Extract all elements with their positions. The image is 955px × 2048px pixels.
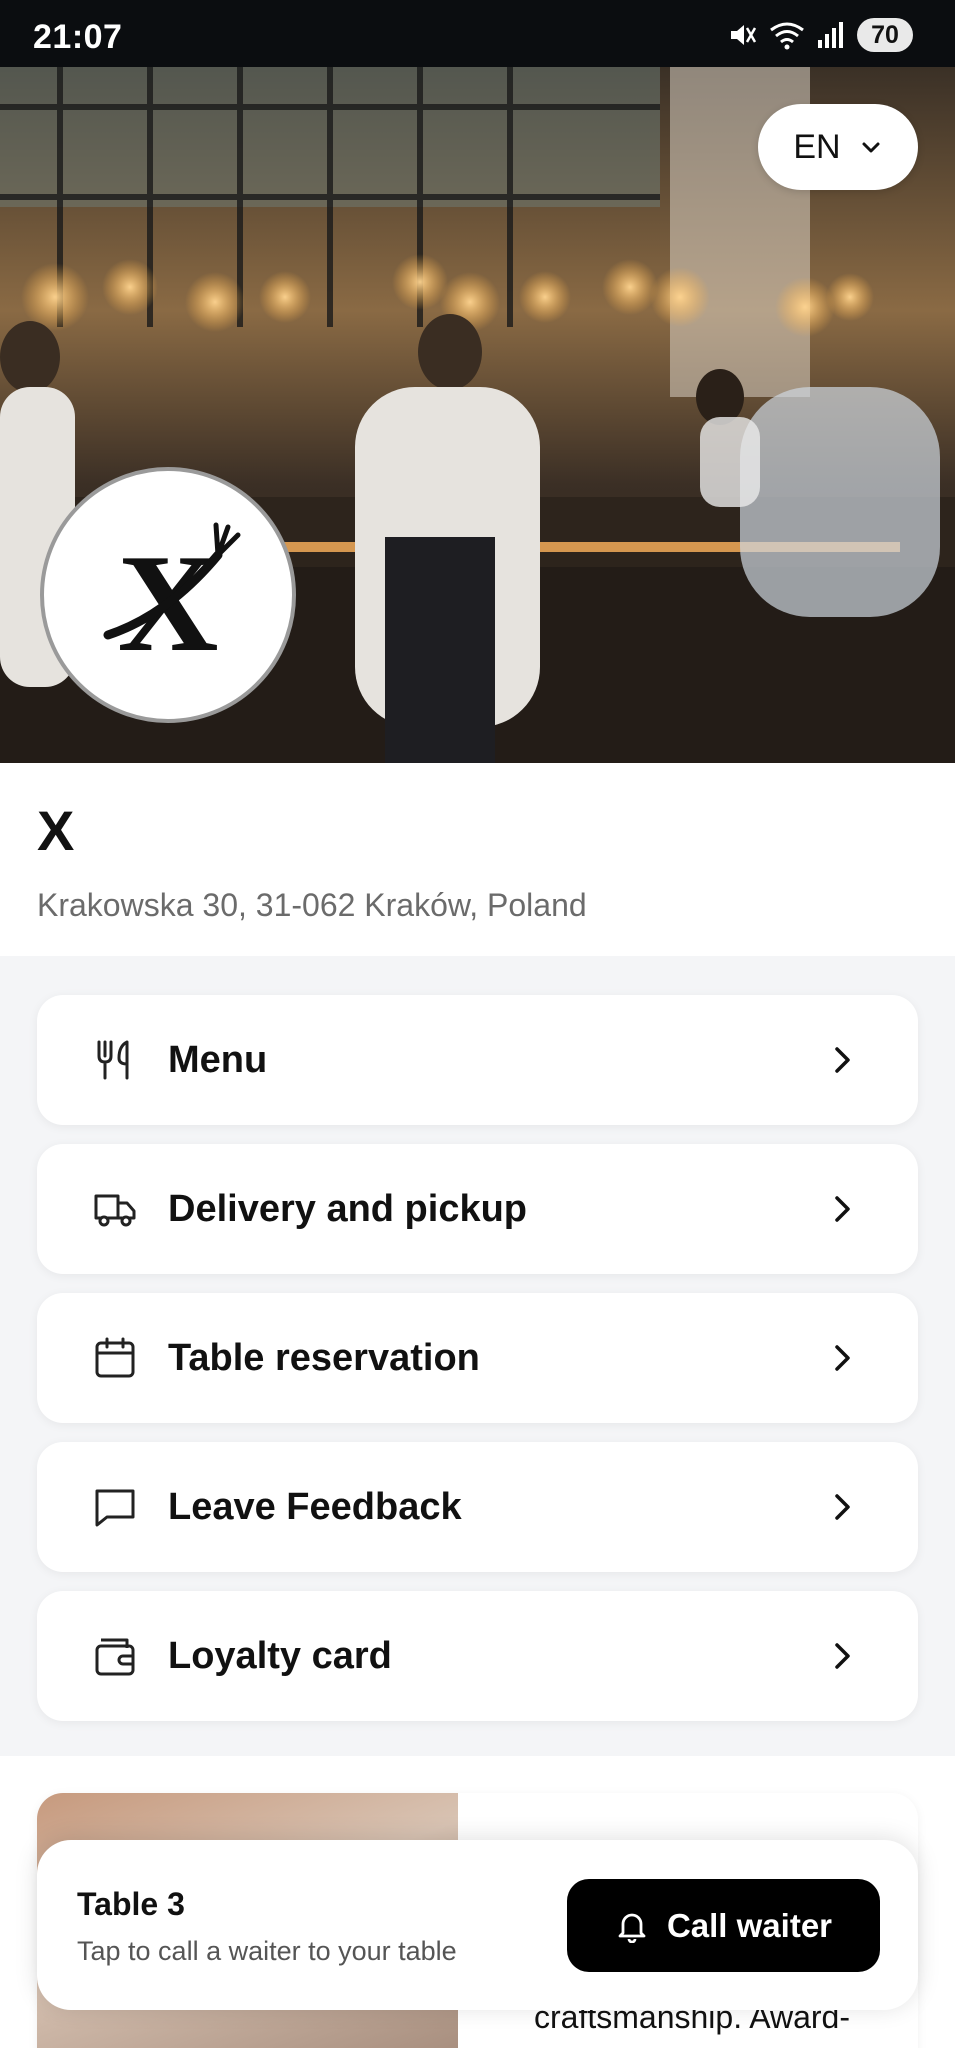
language-selector[interactable]: EN	[758, 104, 918, 190]
battery-level: 70	[857, 18, 913, 52]
call-waiter-label: Call waiter	[666, 1906, 833, 1944]
status-time: 21:07	[33, 18, 123, 56]
menu-item-reservation[interactable]: Table reservation	[37, 1293, 918, 1423]
logo-x-fork-icon: X	[103, 522, 241, 681]
status-bar: 21:07 70	[0, 0, 955, 67]
venue-info: X Krakowska 30, 31-062 Kraków, Poland	[0, 763, 955, 956]
wifi-icon	[770, 22, 804, 50]
menu-item-feedback[interactable]: Leave Feedback	[37, 1442, 918, 1572]
message-icon	[95, 1489, 135, 1527]
status-icons: 70	[727, 18, 913, 52]
venue-name: X	[37, 799, 75, 862]
menu-item-label: Table reservation	[168, 1336, 480, 1379]
menu-item-label: Loyalty card	[168, 1634, 392, 1677]
venue-logo: X	[40, 467, 296, 723]
bell-icon	[618, 1913, 646, 1943]
mute-icon	[731, 25, 757, 45]
table-label: Table 3	[77, 1886, 185, 1922]
chevron-right-icon	[835, 1196, 850, 1222]
menu-item-menu[interactable]: Menu	[37, 995, 918, 1125]
call-waiter-sheet: Table 3 Tap to call a waiter to your tab…	[37, 1840, 918, 2010]
call-waiter-button[interactable]: Call waiter	[567, 1879, 880, 1972]
calendar-icon	[95, 1337, 135, 1378]
menu-item-label: Delivery and pickup	[168, 1187, 528, 1230]
hero-image: EN X	[0, 67, 955, 763]
language-label: EN	[793, 127, 841, 166]
chevron-right-icon	[835, 1643, 850, 1669]
wallet-icon	[95, 1638, 135, 1676]
menu-list: Menu Delivery and pickup Table reservati…	[0, 956, 955, 1756]
menu-item-delivery[interactable]: Delivery and pickup	[37, 1144, 918, 1274]
chevron-down-icon	[862, 142, 880, 153]
menu-item-label: Menu	[168, 1038, 268, 1081]
table-hint: Tap to call a waiter to your table	[77, 1936, 457, 1966]
venue-address: Krakowska 30, 31-062 Kraków, Poland	[37, 887, 587, 923]
chevron-right-icon	[835, 1494, 850, 1520]
menu-item-label: Leave Feedback	[168, 1485, 462, 1528]
menu-item-loyalty[interactable]: Loyalty card	[37, 1591, 918, 1721]
chevron-right-icon	[835, 1345, 850, 1371]
fork-knife-icon	[97, 1040, 129, 1080]
signal-icon	[818, 22, 843, 48]
truck-icon	[94, 1194, 136, 1227]
chevron-right-icon	[835, 1047, 850, 1073]
